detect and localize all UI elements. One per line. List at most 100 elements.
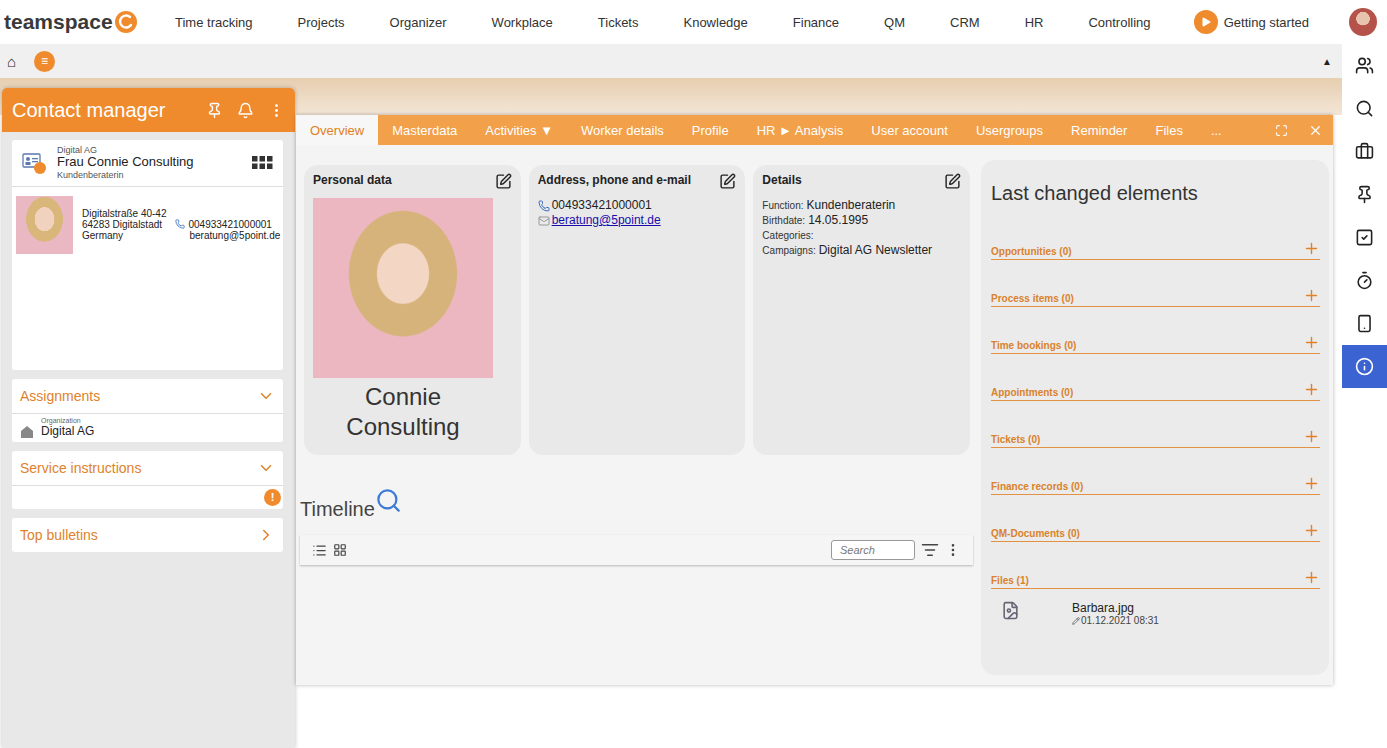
- checklist-icon: [1355, 228, 1374, 247]
- nav-item[interactable]: Controlling: [1088, 15, 1150, 30]
- tab[interactable]: User account: [857, 115, 962, 145]
- detail-row: Function:Kundenberaterin: [762, 198, 961, 213]
- add-icon[interactable]: [1303, 428, 1320, 445]
- edit-icon[interactable]: [719, 173, 736, 190]
- filter-icon[interactable]: [921, 541, 939, 559]
- tab[interactable]: Reminder: [1057, 115, 1141, 145]
- detail-row: Campaigns:Digital AG Newsletter: [762, 243, 961, 258]
- last-changed-section: Time bookings (0): [991, 307, 1320, 354]
- search-icon: [1355, 99, 1374, 118]
- panel-header: Contact manager: [2, 88, 295, 132]
- nav-item[interactable]: Time tracking: [175, 15, 253, 30]
- tab[interactable]: Profile: [678, 115, 743, 145]
- nav-item[interactable]: Finance: [793, 15, 839, 30]
- collapse-button[interactable]: ▲: [1322, 56, 1332, 67]
- nav-item[interactable]: QM: [884, 15, 905, 30]
- more-icon[interactable]: [268, 102, 285, 119]
- tab[interactable]: Usergroups: [962, 115, 1057, 145]
- rail-item[interactable]: [1342, 130, 1387, 173]
- rail-item[interactable]: [1342, 302, 1387, 345]
- home-button[interactable]: ⌂: [7, 53, 16, 70]
- tab[interactable]: Worker details: [567, 115, 678, 145]
- contact-manager-panel: Contact manager Digital AGFrau Connie Con…: [2, 88, 295, 748]
- rail-item[interactable]: [1342, 87, 1387, 130]
- tab[interactable]: Masterdata: [378, 115, 471, 145]
- pencil-icon: [1072, 617, 1080, 625]
- tab[interactable]: Files: [1141, 115, 1196, 145]
- add-icon[interactable]: [1303, 569, 1320, 586]
- rail-item[interactable]: [1342, 44, 1387, 87]
- last-changed-section: Finance records (0): [991, 448, 1320, 495]
- organization-row[interactable]: OrganizationDigital AG: [12, 414, 283, 442]
- logo-mark-icon: [115, 11, 137, 33]
- info-icon: [1355, 357, 1374, 376]
- tab[interactable]: HR ► Analysis: [743, 115, 858, 145]
- tab[interactable]: Overview: [296, 115, 378, 145]
- address-line: 64283 Digitalstadt: [82, 219, 166, 230]
- add-icon[interactable]: [1303, 475, 1320, 492]
- workspace: ⌂ ≡ ▲ Contact manager Digital AGFrau Connie …: [0, 44, 1342, 748]
- nav-item[interactable]: Organizer: [390, 15, 447, 30]
- add-icon[interactable]: [1303, 287, 1320, 304]
- edit-icon[interactable]: [495, 173, 512, 190]
- rail-item[interactable]: [1342, 216, 1387, 259]
- nav-item[interactable]: HR: [1025, 15, 1044, 30]
- tab[interactable]: Activities ▼: [471, 115, 567, 145]
- contact-header: Digital AGFrau Connie ConsultingKundenbe…: [12, 140, 283, 187]
- rail-item[interactable]: [1342, 173, 1387, 216]
- tab[interactable]: ...: [1197, 115, 1236, 145]
- add-icon[interactable]: [1303, 522, 1320, 539]
- close-icon[interactable]: [1308, 123, 1323, 138]
- add-icon[interactable]: [1303, 240, 1320, 257]
- edit-icon[interactable]: [944, 173, 961, 190]
- maximize-icon[interactable]: [1275, 124, 1288, 137]
- phone-icon: [175, 219, 185, 229]
- contact-channels: 004933421000001beratung@5point.de: [175, 209, 280, 241]
- grid-icon[interactable]: [252, 156, 273, 170]
- rail-item[interactable]: [1342, 259, 1387, 302]
- list-view-icon[interactable]: [312, 543, 327, 558]
- logo[interactable]: teamspace: [4, 10, 175, 34]
- user-avatar[interactable]: [1349, 8, 1377, 36]
- building-icon: [20, 425, 34, 438]
- nav-item[interactable]: Knowledge: [683, 15, 747, 30]
- more-icon[interactable]: [945, 542, 961, 558]
- last-changed-section: Process items (0): [991, 260, 1320, 307]
- warning-badge: !: [264, 489, 281, 506]
- contact-phone[interactable]: 004933421000001: [175, 219, 280, 230]
- bell-icon[interactable]: [237, 102, 254, 119]
- contact-head-text: Digital AGFrau Connie ConsultingKundenbe…: [57, 145, 194, 181]
- nav-item[interactable]: Projects: [298, 15, 345, 30]
- nav-item[interactable]: Tickets: [598, 15, 639, 30]
- chevron-icon: [257, 387, 275, 405]
- section-header[interactable]: Top bulletins: [12, 518, 283, 552]
- nav-item[interactable]: Workplace: [492, 15, 553, 30]
- section-header[interactable]: Service instructions: [12, 451, 283, 486]
- phone-line[interactable]: 004933421000001: [538, 198, 737, 213]
- contact-company: Digital AG: [57, 145, 194, 155]
- nav-item[interactable]: CRM: [950, 15, 980, 30]
- section-header[interactable]: Assignments: [12, 379, 283, 414]
- menu-button[interactable]: ≡: [34, 51, 55, 72]
- timeline-header: Timeline: [300, 487, 970, 521]
- email-line[interactable]: beratung@5point.de: [538, 213, 737, 228]
- last-changed-section: Appointments (0): [991, 354, 1320, 401]
- pin-icon[interactable]: [206, 102, 223, 119]
- phone-icon: [538, 200, 550, 212]
- search-icon[interactable]: [375, 487, 402, 514]
- person-name: Connie Consulting: [313, 382, 493, 442]
- grid-view-icon[interactable]: [333, 543, 347, 557]
- contact-body: Digitalstraße 40-4264283 DigitalstadtGer…: [12, 187, 283, 263]
- getting-started-button[interactable]: Getting started: [1194, 10, 1309, 34]
- file-item[interactable]: Barbara.jpg01.12.2021 08:31: [991, 589, 1320, 626]
- contact-email[interactable]: beratung@5point.de: [175, 230, 280, 241]
- app: teamspaceTime tracking Projects Organizer W…: [0, 0, 1387, 748]
- add-icon[interactable]: [1303, 381, 1320, 398]
- rail-item[interactable]: [1342, 345, 1387, 388]
- contact-name: Frau Connie Consulting: [57, 155, 194, 170]
- side-section: Service instructions!: [12, 451, 283, 509]
- side-section: AssignmentsOrganizationDigital AG: [12, 379, 283, 442]
- contact-card: Digital AGFrau Connie ConsultingKundenbe…: [12, 140, 283, 370]
- timeline-search[interactable]: [831, 540, 915, 560]
- add-icon[interactable]: [1303, 334, 1320, 351]
